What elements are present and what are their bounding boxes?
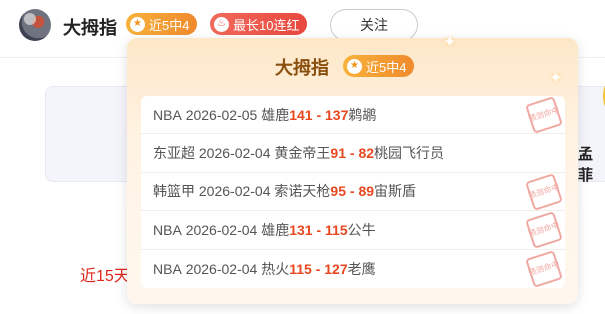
page: 大拇指 ★ 近5中4 ♨ 最长10连红 关注 孟菲 近15天 大拇指 ★ 近5中…: [0, 0, 605, 314]
prediction-hit-stamp: 预测命中: [525, 211, 563, 250]
prediction-popup: 大拇指 ★ 近5中4 ✦ ✦ NBA 2026-02-05 雄鹿 141 - 13…: [127, 34, 605, 304]
match-date: 2026-02-05: [185, 106, 258, 123]
score-separator: -: [345, 183, 359, 200]
match-date: 2026-02-04: [198, 145, 271, 162]
away-team: 宙斯盾: [374, 183, 417, 200]
away-team: 公牛: [347, 221, 376, 238]
away-score: 82: [358, 145, 375, 162]
list-item[interactable]: NBA 2026-02-04 雄鹿 131 - 115 公牛 预测命中: [141, 211, 565, 250]
popup-streak-badge: ★ 近5中4: [343, 55, 415, 77]
list-item[interactable]: 韩篮甲 2026-02-04 索诺天枪 95 - 89 宙斯盾 预测命中: [141, 172, 565, 212]
streak-badge-label: 近5中4: [149, 17, 190, 33]
star-medal-icon: [603, 85, 605, 107]
longest-streak-badge[interactable]: ♨ 最长10连红: [210, 13, 308, 35]
home-team: 雄鹿: [261, 106, 290, 123]
league-name: 东亚超: [153, 145, 195, 162]
background-card-text: 孟菲: [578, 146, 594, 184]
sparkle-icon: ✦: [549, 70, 563, 87]
flame-icon: ♨: [214, 16, 229, 32]
home-score: 91: [330, 145, 346, 162]
league-name: 韩篮甲: [153, 183, 195, 200]
league-name: NBA: [153, 260, 182, 277]
score-separator: -: [311, 260, 325, 277]
home-score: 95: [330, 183, 346, 200]
star-icon: ★: [130, 16, 145, 32]
home-team: 雄鹿: [261, 221, 290, 238]
list-item[interactable]: NBA 2026-02-05 雄鹿 141 - 137 鹈鹕 预测命中: [141, 96, 565, 135]
star-icon: ★: [347, 58, 362, 74]
away-team: 鹈鹕: [348, 106, 377, 123]
recent-days-label[interactable]: 近15天: [80, 262, 134, 286]
score-separator: -: [312, 221, 326, 238]
prediction-hit-stamp: 预测命中: [525, 96, 563, 134]
home-score: 131: [289, 221, 313, 238]
away-score: 137: [325, 106, 349, 123]
popup-title: 大拇指: [275, 58, 329, 78]
match-date: 2026-02-04: [185, 221, 258, 238]
avatar[interactable]: [19, 9, 51, 41]
follow-button[interactable]: 关注: [330, 9, 418, 41]
away-score: 89: [358, 183, 375, 200]
league-name: NBA: [153, 221, 182, 238]
home-score: 115: [289, 260, 312, 277]
home-team: 索诺天枪: [274, 183, 331, 200]
away-team: 桃园飞行员: [374, 145, 445, 162]
match-date: 2026-02-04: [185, 260, 258, 277]
longest-streak-label: 最长10连红: [233, 17, 300, 33]
prediction-hit-stamp: 预测命中: [525, 172, 563, 211]
prediction-hit-stamp: 预测命中: [525, 249, 563, 288]
streak-badge[interactable]: ★ 近5中4: [126, 13, 198, 35]
popup-streak-label: 近5中4: [366, 59, 407, 75]
away-score: 127: [324, 260, 348, 277]
match-date: 2026-02-04: [198, 183, 271, 200]
home-team: 热火: [261, 260, 290, 277]
score-separator: -: [312, 106, 326, 123]
home-score: 141: [289, 106, 313, 123]
score-separator: -: [345, 145, 359, 162]
away-score: 115: [325, 221, 348, 238]
sparkle-icon: ✦: [443, 34, 457, 51]
league-name: NBA: [153, 106, 182, 123]
home-team: 黄金帝王: [274, 145, 331, 162]
list-item[interactable]: NBA 2026-02-04 热火 115 - 127 老鹰 预测命中: [141, 249, 565, 288]
list-item[interactable]: 东亚超 2026-02-04 黄金帝王 91 - 82 桃园飞行员: [141, 134, 565, 173]
prediction-list: NBA 2026-02-05 雄鹿 141 - 137 鹈鹕 预测命中 东亚超 20…: [141, 96, 565, 288]
username[interactable]: 大拇指: [63, 14, 117, 40]
away-team: 老鹰: [347, 260, 376, 277]
